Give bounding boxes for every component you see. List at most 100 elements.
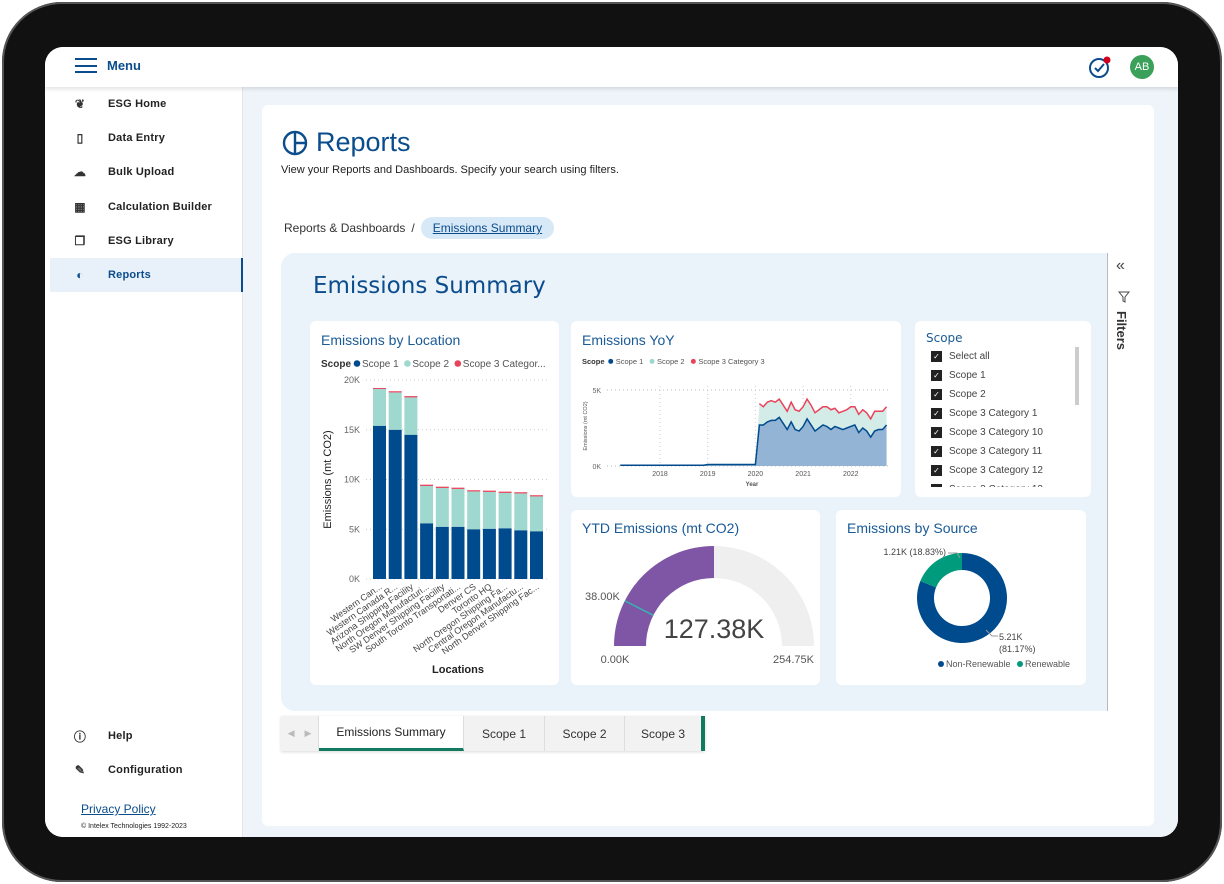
page-title: Reports [282,127,411,158]
bar-scope-1 [467,529,481,579]
library-icon: ❐ [74,233,86,248]
checkbox-checked-icon[interactable]: ✓ [931,389,942,400]
report-canvas: Emissions Summary Emissions by Location S… [281,253,1139,711]
filters-pane[interactable]: « Filters [1107,253,1139,711]
breadcrumb-current[interactable]: Emissions Summary [420,217,555,239]
legend-item: Scope 3 Categor... [463,359,546,370]
emissions-by-source-chart[interactable]: Emissions by Source 1.21K (18.83%) 5.21K (8… [836,510,1086,685]
pie-chart-icon: ◐ [76,268,84,282]
check-circle-notification-icon[interactable] [1088,55,1112,79]
bar-scope-2 [373,388,386,426]
checkbox-checked-icon[interactable]: ✓ [931,370,942,381]
x-tick-label: 2021 [795,471,811,478]
x-axis-label: Locations [432,664,484,676]
bar-scope-3-categor- [514,492,528,494]
slicer-item[interactable]: ✓ Scope 2 [931,385,1071,404]
chart-title: YTD Emissions (mt CO2) [582,520,739,536]
slicer-item[interactable]: ✓ Scope 3 Category 12 [931,461,1071,480]
emissions-yoy-chart[interactable]: Emissions YoY Scope Scope 1 Scope 2 Scope 3 … [571,321,901,497]
slicer-title: Scope [926,331,963,345]
page-subtitle: View your Reports and Dashboards. Specif… [281,164,619,176]
sidebar-item-esg-home[interactable]: ❦ ESG Home [50,87,243,121]
privacy-policy-link[interactable]: Privacy Policy [81,802,156,816]
tab-scope-1[interactable]: Scope 1 [464,716,545,751]
help-icon: ⓘ [73,729,87,744]
sidebar-item-data-entry[interactable]: ▯ Data Entry [50,121,243,155]
chart-title: Emissions by Location [321,332,460,348]
sidebar-item-reports[interactable]: ◐ Reports [50,258,243,292]
bar-scope-2 [435,487,449,527]
menu-button[interactable]: Menu [75,58,141,73]
checkbox-checked-icon[interactable]: ✓ [931,465,942,476]
sidebar-item-label: Bulk Upload [108,166,175,179]
copyright: © Intelex Technologies 1992-2023 [81,823,187,830]
legend-marker [1017,661,1023,667]
chevron-left-icon[interactable]: ◀ [288,728,295,739]
emissions-by-location-chart[interactable]: Emissions by Location Scope Scope 1 Scope 2… [310,321,559,685]
gauge-svg: YTD Emissions (mt CO2) 127.38K 38.00K 0.00K… [582,520,815,666]
sidebar-item-bulk-upload[interactable]: ☁ Bulk Upload [50,155,243,189]
bar-scope-2 [482,491,496,529]
legend-item: Renewable [1025,659,1070,669]
tab-scope-3[interactable]: Scope 3 [625,716,705,751]
slicer-item-label: Scope 3 Category 11 [949,446,1043,457]
bar-scope-1 [498,528,512,579]
slicer-item[interactable]: ✓ Scope 3 Category 1 [931,404,1071,423]
slicer-scrollbar[interactable] [1075,347,1079,405]
legend-marker [353,360,361,367]
sidebar-item-help[interactable]: ⓘ Help [50,719,243,753]
tab-scope-2[interactable]: Scope 2 [545,716,625,751]
sidebar-item-configuration[interactable]: ✎ Configuration [50,753,243,787]
bar-scope-3-categor- [388,391,402,393]
slicer-item[interactable]: ✓ Scope 3 Category 13 [931,480,1071,487]
bar-scope-3-categor- [498,491,512,493]
menu-label: Menu [107,58,141,73]
slice-pct-non-renewable: (81.17%) [999,644,1036,654]
bar-scope-2 [498,492,512,529]
breadcrumb: Reports & Dashboards / Emissions Summary [284,217,555,239]
donut-svg: Emissions by Source 1.21K (18.83%) 5.21K (8… [847,520,1070,669]
bar-scope-2 [530,496,543,532]
bar-scope-1 [420,523,434,579]
gauge-min-label: 0.00K [601,654,630,666]
slicer-item[interactable]: ✓ Select all [931,347,1071,366]
slice-label-non-renewable: 5.21K [999,632,1023,642]
checkbox-checked-icon[interactable]: ✓ [931,484,942,487]
avatar[interactable]: AB [1130,55,1154,79]
tab-scroll-arrows[interactable]: ◀ ▶ [281,716,319,751]
bar-scope-1 [530,531,543,579]
bar-scope-2 [451,488,465,527]
bar-scope-1 [482,528,496,579]
bar-scope-1 [451,526,465,579]
x-tick-label: 2020 [748,471,764,478]
sidebar-item-calculation-builder[interactable]: ▦ Calculation Builder [50,190,243,224]
cloud-upload-icon: ☁ [73,165,87,180]
pie-chart-icon [282,130,308,155]
checkbox-checked-icon[interactable]: ✓ [931,408,942,419]
tab-emissions-summary[interactable]: Emissions Summary [319,716,464,751]
breadcrumb-reports-dashboards[interactable]: Reports & Dashboards [284,221,405,235]
ytd-emissions-gauge[interactable]: YTD Emissions (mt CO2) 127.38K 38.00K 0.00K… [571,510,820,685]
sidebar-item-label: ESG Library [108,234,174,247]
bar-scope-3-categor- [373,387,386,389]
y-tick-label: 0K [349,574,360,584]
sidebar-item-label: ESG Home [108,98,167,110]
bar-scope-2 [420,485,434,524]
bar-scope-1 [373,425,386,579]
slicer-item-label: Scope 3 Category 1 [949,408,1038,419]
legend-title: Scope [321,359,351,370]
sidebar-item-esg-library[interactable]: ❐ ESG Library [50,224,243,258]
chevron-right-icon[interactable]: ▶ [305,728,312,739]
collapse-icon[interactable]: « [1116,257,1125,275]
slicer-item[interactable]: ✓ Scope 3 Category 11 [931,442,1071,461]
checkbox-checked-icon[interactable]: ✓ [931,446,942,457]
slicer-item[interactable]: ✓ Scope 3 Category 10 [931,423,1071,442]
top-bar: Menu AB [45,47,1178,87]
filters-label: Filters [1114,311,1129,351]
slicer-item[interactable]: ✓ Scope 1 [931,366,1071,385]
checkbox-checked-icon[interactable]: ✓ [931,351,942,362]
checkbox-checked-icon[interactable]: ✓ [931,427,942,438]
area-chart-svg: Emissions YoY Scope Scope 1 Scope 2 Scope 3 … [582,332,891,488]
bar-scope-1 [404,434,418,579]
y-tick-label: 10K [344,475,360,485]
